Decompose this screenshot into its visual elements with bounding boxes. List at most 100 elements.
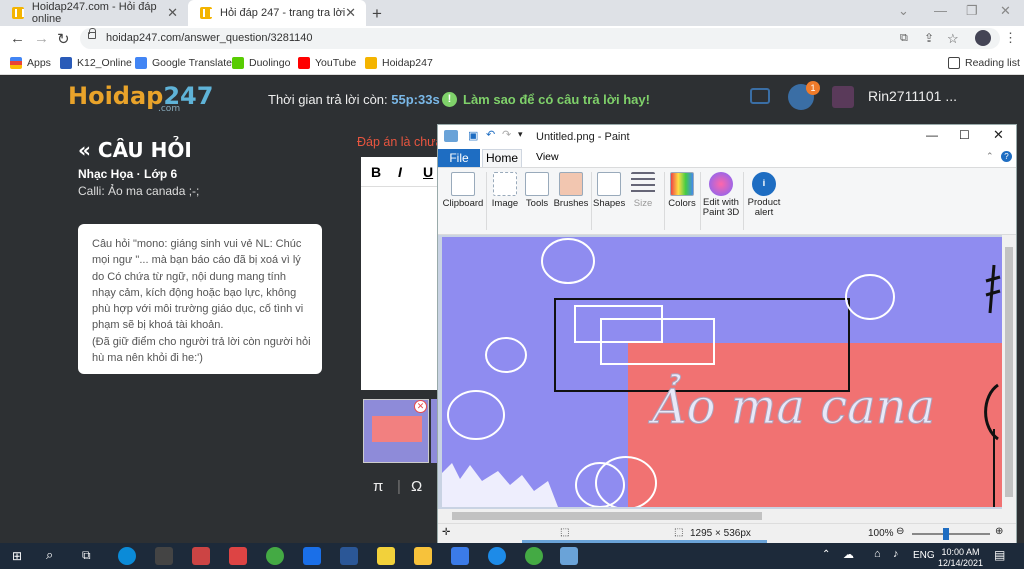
network-icon[interactable]: ⌂ [874, 548, 881, 560]
profile-avatar[interactable] [975, 30, 991, 46]
size-group[interactable]: Size [628, 172, 658, 209]
zoom-in-button[interactable]: ⊕ [995, 526, 1003, 537]
chrome-icon[interactable] [266, 547, 284, 565]
chevron-up-icon[interactable]: ⌃ [822, 549, 830, 560]
collapse-ribbon-icon[interactable]: ⌃ [986, 151, 994, 162]
zoom-app-icon[interactable] [451, 547, 469, 565]
tab-title: Hoidap247.com - Hỏi đáp online [31, 1, 157, 25]
volume-icon[interactable]: ♪ [893, 548, 899, 560]
chat-icon[interactable] [750, 88, 770, 104]
tools-group[interactable]: Tools [520, 172, 554, 209]
app-icon[interactable] [340, 547, 358, 565]
scroll-thumb[interactable] [452, 512, 762, 520]
group-label: Size [633, 198, 653, 209]
minimize-button[interactable]: — [934, 3, 947, 18]
windows-start-icon[interactable]: ⊞ [12, 549, 22, 563]
maximize-button[interactable]: ❐ [966, 3, 978, 19]
paint-app-icon[interactable] [560, 547, 578, 565]
maximize-button[interactable]: ☐ [959, 128, 970, 142]
redo-icon[interactable]: ↷ [502, 128, 511, 141]
back-button[interactable]: ← [10, 30, 25, 47]
more-menu-icon[interactable]: ⋮ [1004, 30, 1017, 46]
horizontal-scrollbar[interactable] [438, 509, 1016, 523]
zoom-slider-track[interactable] [912, 533, 990, 535]
store-icon[interactable] [155, 547, 173, 565]
username[interactable]: Rin2711101 ... [868, 88, 957, 104]
tab-answer-page[interactable]: Hỏi đáp 247 - trang tra lời ✕ [188, 0, 366, 26]
notification-center-icon[interactable]: ▤ [994, 548, 1005, 562]
colors-group[interactable]: Colors [667, 172, 697, 209]
star-icon[interactable]: ☆ [947, 31, 959, 47]
paint-window[interactable]: ▣ ↶ ↷ ▾ Untitled.png - Paint — ☐ ✕ File … [437, 124, 1017, 543]
shapes-group[interactable]: Shapes [593, 172, 625, 209]
bookmark-hoidap247[interactable]: Hoidap247 [365, 57, 433, 69]
search-icon[interactable]: ⌕ [46, 547, 53, 563]
close-window-button[interactable]: ✕ [993, 127, 1004, 143]
undo-icon[interactable]: ↶ [486, 128, 495, 141]
bookmark-k12[interactable]: K12_Online [60, 57, 132, 69]
bookmark-youtube[interactable]: YouTube [298, 57, 356, 69]
pi-symbol-button[interactable]: π [373, 478, 383, 495]
bookmark-apps[interactable]: Apps [10, 57, 51, 69]
tab-hoidap-home[interactable]: Hoidap247.com - Hỏi đáp online ✕ [0, 0, 188, 26]
k12-icon [60, 57, 72, 69]
chevron-down-icon[interactable]: ⌄ [898, 3, 909, 19]
url-input[interactable]: hoidap247.com/answer_question/3281140 [80, 28, 1000, 49]
vertical-scrollbar[interactable] [1002, 235, 1016, 511]
new-tab-button[interactable]: + [372, 4, 382, 24]
remove-image-icon[interactable]: ✕ [414, 400, 427, 413]
bookmark-google-translate[interactable]: Google Translate [135, 57, 232, 69]
forward-button[interactable]: → [34, 30, 49, 47]
chrome-icon[interactable] [525, 547, 543, 565]
share-icon[interactable]: ⇪ [924, 31, 934, 45]
site-logo[interactable]: Hoidap247 .com [68, 82, 213, 114]
system-clock[interactable]: 10:00 AM 12/14/2021 [938, 547, 983, 569]
group-label: Colors [668, 198, 696, 209]
scroll-thumb[interactable] [1005, 247, 1013, 497]
brush-icon [559, 172, 583, 196]
sticky-notes-icon[interactable] [377, 547, 395, 565]
app-icon[interactable] [229, 547, 247, 565]
answer-editor[interactable] [361, 157, 441, 390]
file-explorer-icon[interactable] [414, 547, 432, 565]
app-icon[interactable] [488, 547, 506, 565]
close-window-button[interactable]: ✕ [1000, 3, 1011, 19]
language-indicator[interactable]: ENG [913, 550, 935, 561]
italic-button[interactable]: I [398, 164, 402, 180]
reading-list-button[interactable]: Reading list [948, 57, 1020, 69]
cloud-icon[interactable]: ☁ [843, 548, 854, 561]
close-tab-icon[interactable]: ✕ [167, 5, 178, 21]
lock-icon[interactable] [88, 28, 96, 39]
zalo-icon[interactable] [303, 547, 321, 565]
notice-text-2: (Đã giữ điểm cho người trả lời còn người… [92, 335, 311, 365]
tab-home[interactable]: Home [482, 149, 522, 167]
paint3d-group[interactable]: Edit with Paint 3D [701, 172, 741, 218]
translate-icon[interactable]: ⧉ [900, 32, 908, 45]
avatar[interactable] [832, 86, 854, 108]
answer-tip-link[interactable]: ! Làm sao để có câu trả lời hay! [442, 92, 650, 107]
image-group[interactable]: Image [488, 172, 522, 209]
file-menu[interactable]: File [438, 149, 480, 167]
paint-title-bar: ▣ ↶ ↷ ▾ Untitled.png - Paint — ☐ ✕ [438, 125, 1016, 149]
brushes-group[interactable]: Brushes [552, 172, 590, 209]
save-icon[interactable]: ▣ [468, 129, 478, 142]
clipboard-group[interactable]: Clipboard [442, 172, 484, 209]
edge-icon[interactable] [118, 547, 136, 565]
close-tab-icon[interactable]: ✕ [345, 5, 356, 21]
tab-view[interactable]: View [536, 151, 559, 163]
app-icon[interactable] [192, 547, 210, 565]
bold-button[interactable]: B [371, 164, 381, 180]
paint-canvas[interactable]: Ảo ma cana [438, 235, 1002, 510]
omega-symbol-button[interactable]: Ω [411, 478, 422, 495]
bookmark-duolingo[interactable]: Duolingo [232, 57, 290, 69]
underline-button[interactable]: U [423, 164, 433, 180]
help-icon[interactable]: ? [1001, 151, 1012, 162]
customize-toolbar-icon[interactable]: ▾ [518, 129, 523, 140]
zoom-slider-thumb[interactable] [943, 528, 949, 540]
paint-canvas-area[interactable]: Ảo ma cana [438, 235, 1016, 511]
minimize-button[interactable]: — [926, 128, 938, 142]
product-alert-group[interactable]: i Product alert [745, 172, 783, 218]
reload-button[interactable]: ↻ [57, 30, 70, 48]
zoom-out-button[interactable]: ⊖ [896, 526, 904, 537]
task-view-icon[interactable]: ⧉ [82, 548, 91, 563]
